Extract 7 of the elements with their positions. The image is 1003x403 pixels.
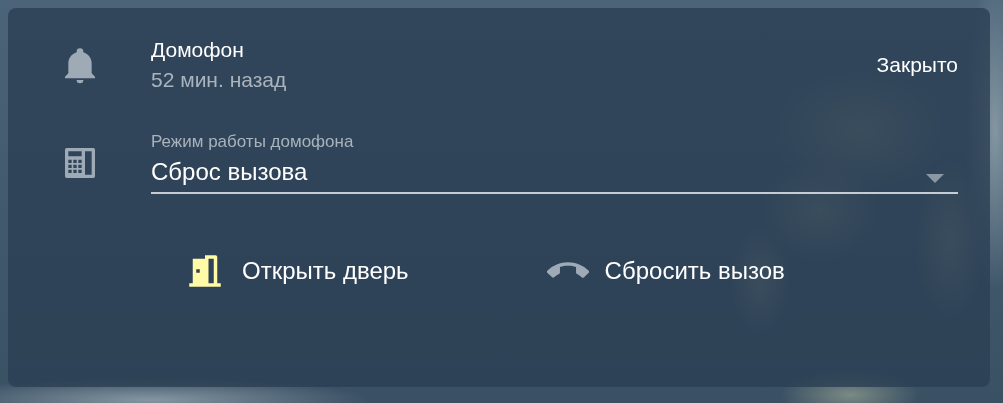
open-door-button[interactable]: Открыть дверь xyxy=(180,246,413,296)
caret-icon xyxy=(926,174,944,183)
sensor-name: Домофон xyxy=(151,38,245,62)
state-text: Закрыто xyxy=(876,53,958,77)
hangup-button[interactable]: Сбросить вызов xyxy=(542,246,789,296)
mode-dropdown[interactable]: Режим работы домофона Сброс вызова xyxy=(151,132,958,194)
time-ago: 52 мин. назад xyxy=(151,68,288,92)
